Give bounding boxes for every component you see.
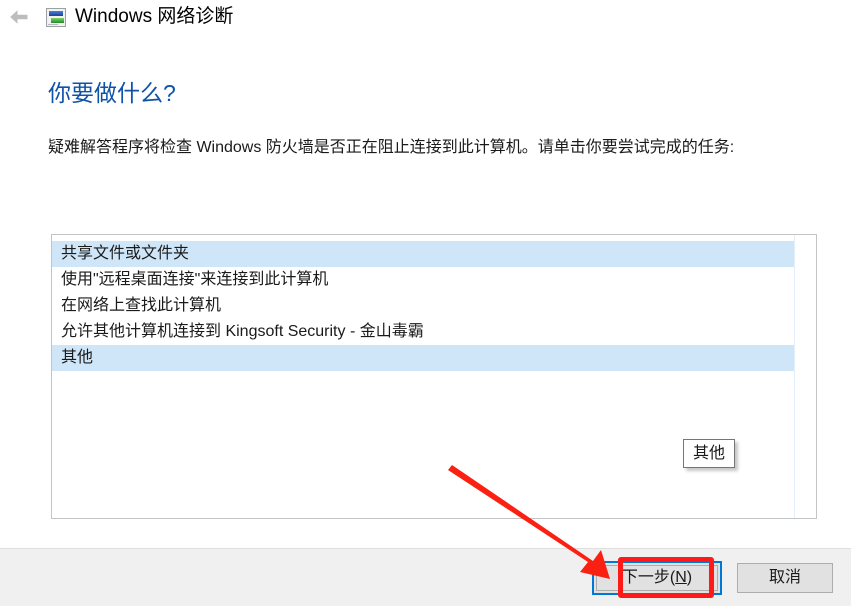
icon-gray-line	[48, 24, 58, 25]
page-description: 疑难解答程序将检查 Windows 防火墙是否正在阻止连接到此计算机。请单击你要…	[48, 139, 735, 156]
list-item[interactable]: 其他	[52, 345, 794, 371]
list-item[interactable]: 在网络上查找此计算机	[52, 293, 794, 319]
list-item-label: 其他	[61, 349, 94, 366]
page-heading: 你要做什么?	[48, 80, 176, 106]
back-arrow-icon	[10, 10, 28, 24]
back-button[interactable]	[6, 4, 32, 30]
wizard-window: Windows 网络诊断 你要做什么? 疑难解答程序将检查 Windows 防火…	[0, 0, 851, 606]
content-area: 你要做什么? 疑难解答程序将检查 Windows 防火墙是否正在阻止连接到此计算…	[0, 34, 851, 548]
tooltip: 其他	[683, 439, 735, 468]
list-item[interactable]: 使用"远程桌面连接"来连接到此计算机	[52, 267, 794, 293]
task-list: 共享文件或文件夹 使用"远程桌面连接"来连接到此计算机 在网络上查找此计算机 允…	[52, 241, 794, 371]
cancel-button-label: 取消	[768, 569, 801, 586]
list-item[interactable]: 允许其他计算机连接到 Kingsoft Security - 金山毒霸	[52, 319, 794, 345]
footer-bar	[0, 548, 851, 606]
title-bar: Windows 网络诊断	[0, 0, 851, 34]
next-button[interactable]: 下一步(N)	[596, 565, 718, 591]
list-item-label: 允许其他计算机连接到 Kingsoft Security - 金山毒霸	[61, 323, 424, 340]
cancel-button[interactable]: 取消	[737, 563, 833, 593]
list-item-label: 使用"远程桌面连接"来连接到此计算机	[61, 271, 329, 288]
window-title: Windows 网络诊断	[75, 6, 234, 27]
list-item[interactable]: 共享文件或文件夹	[52, 241, 794, 267]
icon-blue-bar	[49, 11, 63, 16]
list-scroll-divider	[794, 235, 795, 518]
task-list-box[interactable]: 共享文件或文件夹 使用"远程桌面连接"来连接到此计算机 在网络上查找此计算机 允…	[51, 234, 817, 519]
list-item-label: 在网络上查找此计算机	[61, 297, 222, 314]
icon-green-bar	[51, 18, 64, 23]
list-item-label: 共享文件或文件夹	[61, 245, 190, 262]
next-button-label: 下一步(N)	[621, 569, 693, 586]
network-diagnostics-icon	[46, 8, 66, 27]
